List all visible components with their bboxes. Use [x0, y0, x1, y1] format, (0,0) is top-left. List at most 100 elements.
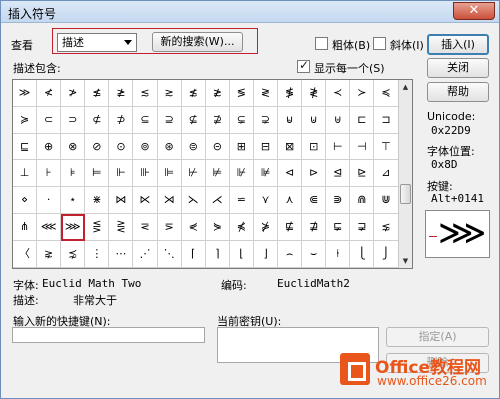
symbol-cell[interactable]: ≱ — [109, 80, 134, 107]
symbol-cell[interactable]: ⊛ — [157, 133, 182, 161]
symbol-cell[interactable]: ⊗ — [61, 133, 86, 161]
symbol-cell[interactable]: ⋣ — [302, 213, 327, 241]
symbol-cell[interactable]: ⊨ — [85, 160, 110, 188]
symbol-cell[interactable]: ⊑ — [13, 133, 38, 161]
symbol-cell[interactable]: ⊂ — [37, 106, 62, 134]
symbol-cell[interactable]: ⋧ — [37, 240, 62, 268]
symbol-cell[interactable]: · — [37, 187, 62, 214]
symbol-cell[interactable]: ⍿ — [326, 240, 351, 268]
symbol-cell[interactable]: ⊝ — [205, 133, 230, 161]
symbol-cell[interactable]: ⋮ — [85, 240, 110, 268]
symbol-cell[interactable]: ⌊ — [229, 240, 254, 268]
symbol-cell[interactable]: ⊳ — [302, 160, 327, 188]
symbol-cell[interactable]: ⋠ — [229, 213, 254, 241]
symbol-cell[interactable]: ⊠ — [278, 133, 303, 161]
symbol-cell[interactable]: ⋑ — [326, 187, 351, 214]
show-each-checkbox[interactable] — [297, 58, 310, 73]
symbol-cell[interactable]: ⊜ — [181, 133, 206, 161]
symbol-cell[interactable]: ⊿ — [374, 160, 399, 188]
symbol-cell[interactable]: ⋒ — [350, 187, 375, 214]
symbol-cell[interactable]: ⋯ — [109, 240, 134, 268]
symbol-cell[interactable]: ⋍ — [229, 187, 254, 214]
symbol-cell[interactable]: ⊞ — [229, 133, 254, 161]
symbol-cell[interactable]: ⋔ — [13, 213, 38, 241]
window-close-button[interactable]: ✕ — [453, 2, 495, 20]
symbol-cell[interactable]: ⋨ — [61, 240, 86, 268]
grid-scrollbar[interactable]: ▲ ▼ — [398, 80, 412, 268]
symbol-cell[interactable]: ≻ — [350, 80, 375, 107]
symbol-cell[interactable]: ⊢ — [326, 133, 351, 161]
symbol-cell[interactable]: ⋦ — [374, 213, 399, 241]
symbol-cell[interactable]: ≳ — [157, 80, 182, 107]
symbol-cell[interactable]: ⋘ — [37, 213, 62, 241]
symbol-cell[interactable]: ⊄ — [85, 106, 110, 134]
symbol-cell[interactable]: ⊎ — [326, 106, 351, 134]
symbol-cell[interactable]: ⊕ — [37, 133, 62, 161]
symbol-cell[interactable]: ≽ — [13, 106, 38, 134]
symbol-cell[interactable]: ⎭ — [374, 240, 399, 268]
symbol-cell[interactable]: ⊚ — [133, 133, 158, 161]
view-select[interactable]: 描述 — [57, 33, 137, 52]
symbol-cell[interactable]: ⊉ — [205, 106, 230, 134]
symbol-cell[interactable]: ≯ — [61, 80, 86, 107]
symbol-cell[interactable]: ⊵ — [350, 160, 375, 188]
symbol-cell[interactable]: ⋋ — [181, 187, 206, 214]
bold-checkbox[interactable] — [315, 37, 328, 50]
symbol-cell[interactable]: ⊋ — [253, 106, 279, 134]
symbol-cell[interactable]: ≰ — [85, 80, 110, 107]
symbol-cell[interactable]: ⊊ — [229, 106, 254, 134]
symbol-cell[interactable]: ⊪ — [133, 160, 158, 188]
close-button[interactable]: 关闭 — [427, 58, 489, 78]
symbol-cell[interactable]: ⋎ — [253, 187, 279, 214]
symbol-cell[interactable]: ⋚ — [85, 213, 110, 241]
symbol-cell[interactable]: ≷ — [253, 80, 279, 107]
symbol-cell[interactable]: ⊙ — [109, 133, 134, 161]
symbol-cell[interactable]: ≮ — [37, 80, 62, 107]
symbol-cell[interactable]: ≴ — [181, 80, 206, 107]
assign-button[interactable]: 指定(A) — [386, 327, 489, 347]
symbol-cell[interactable]: ≹ — [302, 80, 327, 107]
symbol-cell[interactable]: ⊌ — [278, 106, 303, 134]
symbol-cell[interactable]: ⋜ — [133, 213, 158, 241]
symbol-cell[interactable]: ⋝ — [157, 213, 182, 241]
symbol-cell[interactable]: ⋈ — [109, 187, 134, 214]
symbol-cell[interactable]: ⊭ — [205, 160, 230, 188]
symbol-cell[interactable]: ⊃ — [61, 106, 86, 134]
symbol-cell[interactable]: ⊘ — [85, 133, 110, 161]
symbol-cell[interactable]: ⋄ — [13, 187, 38, 214]
help-button[interactable]: 帮助 — [427, 82, 489, 102]
scroll-down-icon[interactable]: ▼ — [400, 255, 411, 267]
symbol-cell[interactable]: ⊥ — [13, 160, 38, 188]
symbol-cell[interactable]: ⋤ — [326, 213, 351, 241]
symbol-cell[interactable]: ⋊ — [157, 187, 182, 214]
symbol-cell[interactable]: ⌢ — [278, 240, 303, 268]
symbol-cell[interactable]: ⋐ — [302, 187, 327, 214]
symbol-cell[interactable]: ⊧ — [61, 160, 86, 188]
scroll-thumb[interactable] — [400, 184, 411, 204]
symbol-cell[interactable]: ≵ — [205, 80, 230, 107]
symbol-cell[interactable]: ⊆ — [133, 106, 158, 134]
symbol-cell[interactable]: ⋡ — [253, 213, 279, 241]
symbol-cell[interactable]: ⊲ — [278, 160, 303, 188]
symbol-cell[interactable]: ⌣ — [302, 240, 327, 268]
symbol-cell[interactable]: ⊯ — [253, 160, 279, 188]
symbol-cell[interactable]: 〈 — [13, 240, 38, 268]
scroll-up-icon[interactable]: ▲ — [400, 81, 411, 93]
symbol-cell[interactable]: ⋏ — [278, 187, 303, 214]
symbol-cell[interactable]: ⊦ — [37, 160, 62, 188]
symbol-cell[interactable]: ⊇ — [157, 106, 182, 134]
italic-checkbox[interactable] — [373, 37, 386, 50]
symbol-cell[interactable]: ⊮ — [229, 160, 254, 188]
symbol-cell[interactable]: ⋥ — [350, 213, 375, 241]
symbol-cell[interactable]: ⊈ — [181, 106, 206, 134]
new-search-button[interactable]: 新的搜索(W)... — [152, 32, 243, 52]
symbol-cell[interactable]: ≺ — [326, 80, 351, 107]
symbol-cell[interactable]: ⎩ — [350, 240, 375, 268]
symbol-cell[interactable]: ⋛ — [109, 213, 134, 241]
symbol-cell[interactable]: ⋟ — [205, 213, 230, 241]
symbol-cell[interactable]: ⊫ — [157, 160, 182, 188]
insert-button[interactable]: 插入(I) — [427, 34, 489, 55]
symbol-cell[interactable]: ⌈ — [181, 240, 206, 268]
symbol-cell[interactable]: ⋰ — [133, 240, 158, 268]
new-shortcut-input[interactable] — [12, 327, 205, 343]
